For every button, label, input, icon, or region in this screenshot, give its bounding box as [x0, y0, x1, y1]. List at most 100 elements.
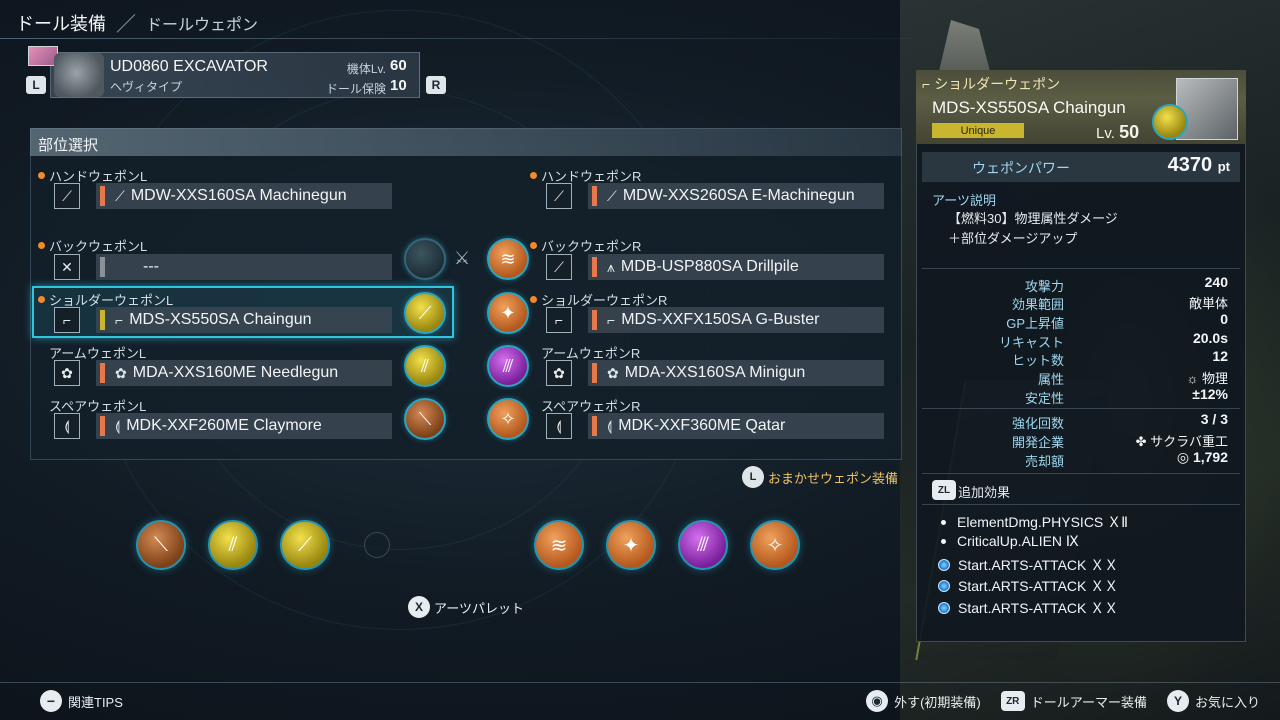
extra-effect-text: ElementDmg.PHYSICS ＸⅡ [957, 514, 1129, 530]
rarity-bar [100, 416, 105, 436]
slot-label-text: バックウェポンL [49, 239, 148, 254]
y-button-icon: Y [1166, 690, 1189, 712]
extra-effect-item: ElementDmg.PHYSICS ＸⅡ [938, 512, 1128, 532]
related-tips-button[interactable]: − 関連TIPS [40, 690, 123, 712]
spare-weapon-icon: ⟬ [54, 413, 80, 439]
extra-effects-title: 追加効果 [958, 485, 1011, 500]
favorite-button[interactable]: Y お気に入り [1166, 690, 1260, 712]
spare-weapon-icon: ⟬ [115, 417, 121, 434]
stat-label: 効果範囲 [1011, 297, 1064, 312]
stick-press-icon: ◉ [866, 690, 889, 712]
arts-palette-button[interactable]: X アーツパレット [408, 596, 524, 618]
weapon-slot-hand-r[interactable]: ⟋ MDW-XXS260SA E-Machinegun [588, 183, 884, 209]
arts-slot-shoulder-r[interactable]: ✦ [487, 292, 529, 334]
weapon-name: MDA-XXS160SA Minigun [624, 364, 806, 381]
stat-label: 売却額 [1024, 454, 1064, 469]
palette-arts-7[interactable]: ✧ [750, 520, 800, 570]
weapon-slot-hand-l[interactable]: ⟋ MDW-XXS160SA Machinegun [96, 183, 392, 209]
equip-dot [38, 402, 45, 409]
weapon-arts-icon [1152, 104, 1188, 140]
auto-equip-button[interactable]: L おまかせウェポン装備 [742, 466, 898, 488]
machinegun-icon: ⟋ [54, 183, 80, 209]
blue-orb-icon [938, 602, 950, 614]
stat-value: ±12% [1192, 386, 1228, 402]
stat-value: ☼ 物理 [1186, 371, 1228, 386]
arts-palette-label: アーツパレット [434, 600, 524, 616]
credit-icon: ◎ [1176, 449, 1193, 465]
shoulder-gun-icon: ⌐ [607, 312, 616, 328]
doll-insurance-value: 10 [390, 77, 407, 94]
company-logo-icon: ✤ [1135, 434, 1151, 449]
palette-arts-2[interactable]: ⫽ [208, 520, 258, 570]
weapon-slot-back-r[interactable]: ⩚ MDB-USP880SA Drillpile [588, 254, 884, 280]
extra-effect-text: Start.ARTS-ATTACK ＸＸ [958, 557, 1119, 573]
arts-description-line: 【燃料30】物理属性ダメージ [948, 211, 1118, 226]
rarity-bar [100, 310, 105, 330]
weapon-slot-back-l[interactable]: --- [96, 254, 392, 280]
prev-doll-button[interactable]: L [26, 76, 46, 94]
extra-effect-item: Start.ARTS-ATTACK ＸＸ [938, 555, 1118, 575]
page-subtitle: ドールウェポン [146, 16, 259, 34]
zl-button-icon[interactable]: ZL [932, 480, 956, 500]
palette-arts-5[interactable]: ✦ [606, 520, 656, 570]
x-button-icon: X [408, 596, 430, 618]
stat-value: ◎ 1,792 [1100, 449, 1228, 466]
palette-arts-1[interactable]: ⟍ [136, 520, 186, 570]
weapon-category-label: ショルダーウェポン [934, 76, 1061, 92]
weapon-slot-shoulder-r[interactable]: ⌐ MDS-XXFX150SA G-Buster [588, 307, 884, 333]
stat-label: 安定性 [1024, 391, 1064, 406]
machinegun-icon: ⟋ [546, 183, 572, 209]
stat-label: GP上昇値 [1006, 316, 1064, 331]
rarity-bar [100, 363, 105, 383]
drill-icon: ⟋ [546, 254, 572, 280]
weapon-name: MDS-XS550SA Chaingun [129, 311, 312, 328]
minus-button-icon: − [40, 690, 62, 712]
company-name: サクラバ重工 [1150, 434, 1228, 449]
weapon-slot-arm-l[interactable]: ✿ MDA-XXS160ME Needlegun [96, 360, 392, 386]
weapon-name-title: MDS-XS550SA Chaingun [932, 98, 1126, 117]
bullet-icon [941, 539, 946, 544]
stat-label: 属性 [1037, 372, 1064, 387]
arts-slot-shoulder-l[interactable]: ⟋ [404, 292, 446, 334]
shoulder-gun-icon: ⌐ [115, 312, 124, 328]
breadcrumb-separator: ／ [116, 14, 136, 36]
arm-weapon-icon: ✿ [115, 364, 127, 381]
back-weapon-icon: ✕ [54, 254, 80, 280]
rarity-bar [592, 416, 597, 436]
power-number: 4370 [1167, 154, 1213, 176]
arts-slot-arm-r[interactable]: ⫻ [487, 345, 529, 387]
equip-dot [38, 172, 45, 179]
doll-armor-button[interactable]: ZR ドールアーマー装備 [1000, 691, 1147, 711]
stat-value: 12 [1212, 348, 1228, 364]
weapon-slot-shoulder-l[interactable]: ⌐ MDS-XS550SA Chaingun [96, 307, 392, 333]
arts-slot-back-r[interactable]: ≋ [487, 238, 529, 280]
equip-dot [38, 242, 45, 249]
extra-effect-item: Start.ARTS-ATTACK ＸＸ [938, 576, 1118, 596]
unequip-button[interactable]: ◉ 外す(初期装備) [866, 690, 981, 712]
doll-level-label: 機体Lv. [346, 62, 386, 76]
palette-arts-4[interactable]: ≋ [534, 520, 584, 570]
rarity-bar [592, 363, 597, 383]
auto-equip-label: おまかせウェポン装備 [768, 470, 899, 486]
weapon-name: MDB-USP880SA Drillpile [620, 258, 799, 275]
slot-label-text: バックウェポンR [541, 239, 642, 254]
arts-slot-spare-l[interactable]: ⟍ [404, 398, 446, 440]
l-button-icon: L [742, 466, 764, 488]
stat-value: 3 / 3 [1200, 411, 1228, 427]
header-divider [0, 38, 910, 39]
weapon-slot-spare-l[interactable]: ⟬ MDK-XXF260ME Claymore [96, 413, 392, 439]
arts-description-title: アーツ説明 [932, 193, 996, 208]
arts-slot-spare-r[interactable]: ✧ [487, 398, 529, 440]
weapon-name: MDK-XXF260ME Claymore [126, 417, 322, 434]
equip-dot [530, 296, 537, 303]
palette-arts-3[interactable]: ⟋ [280, 520, 330, 570]
next-doll-button[interactable]: R [426, 76, 446, 94]
stat-value: 敵単体 [1188, 296, 1228, 311]
arts-slot-arm-l[interactable]: ⫽ [404, 345, 446, 387]
weapon-slot-arm-r[interactable]: ✿ MDA-XXS160SA Minigun [588, 360, 884, 386]
weapon-slot-spare-r[interactable]: ⟬ MDK-XXF360ME Qatar [588, 413, 884, 439]
doll-avatar [54, 53, 104, 97]
palette-arts-6[interactable]: ⫻ [678, 520, 728, 570]
arts-slot-back-l[interactable] [404, 238, 446, 280]
extra-effect-text: Start.ARTS-ATTACK ＸＸ [958, 600, 1119, 616]
